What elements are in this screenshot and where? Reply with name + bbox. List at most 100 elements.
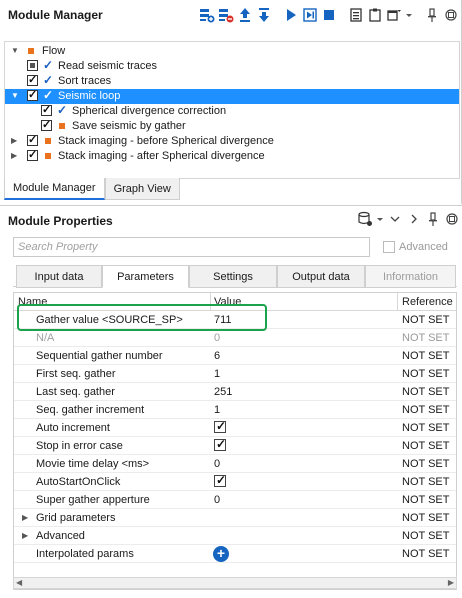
tree-item-spherical-divergence-correction[interactable]: ✓ Spherical divergence correction — [5, 103, 459, 119]
add-interpolated-param-icon[interactable]: + — [213, 546, 229, 562]
collapse-arrow-icon[interactable]: ▼ — [11, 92, 19, 100]
tab-parameters[interactable]: Parameters — [102, 265, 189, 288]
move-down-icon[interactable] — [255, 6, 273, 24]
param-value[interactable]: 1 — [214, 368, 220, 380]
expand-arrow-icon[interactable]: ▶ — [22, 531, 28, 540]
tree-checkbox[interactable] — [27, 133, 38, 146]
tree-checkbox[interactable] — [27, 73, 38, 86]
param-value[interactable]: 0 — [214, 494, 220, 506]
remove-module-icon[interactable] — [217, 6, 235, 24]
tab-output-data[interactable]: Output data — [277, 265, 365, 288]
param-reference[interactable]: NOT SET — [402, 440, 449, 452]
param-value[interactable]: 711 — [214, 314, 232, 326]
param-reference[interactable]: NOT SET — [402, 422, 449, 434]
param-row-stop-in-error-case[interactable]: Stop in error case NOT SET — [14, 437, 456, 455]
grid-header: ^ Name Value Reference — [14, 293, 456, 311]
param-name: Sequential gather number — [36, 350, 163, 362]
move-up-icon[interactable] — [236, 6, 254, 24]
param-name: Interpolated params — [36, 548, 134, 560]
pin-icon[interactable] — [424, 210, 442, 228]
param-row-last-seq-gather[interactable]: Last seq. gather 251 NOT SET — [14, 383, 456, 401]
module-marker-icon — [59, 123, 65, 129]
auto-increment-checkbox[interactable] — [214, 419, 226, 433]
tab-settings[interactable]: Settings — [189, 265, 277, 288]
tree-item-seismic-loop[interactable]: ▼ ✓ Seismic loop — [5, 88, 459, 104]
scroll-left-icon[interactable]: ◀ — [16, 578, 22, 587]
param-row-interpolated-params[interactable]: Interpolated params + NOT SET — [14, 545, 456, 563]
param-reference[interactable]: NOT SET — [402, 350, 449, 362]
param-value[interactable]: 0 — [214, 458, 220, 470]
float-icon[interactable] — [442, 6, 460, 24]
param-reference[interactable]: NOT SET — [402, 530, 449, 542]
tab-graph-view[interactable]: Graph View — [104, 178, 180, 200]
param-value[interactable]: 251 — [214, 386, 232, 398]
param-reference[interactable]: NOT SET — [402, 386, 449, 398]
pin-icon[interactable] — [423, 6, 441, 24]
chevron-down-icon[interactable] — [386, 210, 404, 228]
stop-icon[interactable] — [320, 6, 338, 24]
param-reference[interactable]: NOT SET — [402, 512, 449, 524]
tree-checkbox[interactable] — [41, 118, 52, 131]
tree-checkbox[interactable] — [27, 88, 38, 101]
param-row-gather-value[interactable]: Gather value <SOURCE_SP> 711 NOT SET — [14, 311, 456, 329]
add-module-icon[interactable] — [198, 6, 216, 24]
param-row-seq-gather-increment[interactable]: Seq. gather increment 1 NOT SET — [14, 401, 456, 419]
column-header-name[interactable]: Name — [18, 296, 47, 308]
tree-checkbox[interactable] — [27, 148, 38, 161]
param-row-na[interactable]: N/A 0 NOT SET — [14, 329, 456, 347]
expand-arrow-icon[interactable]: ▶ — [11, 152, 19, 160]
tree-item-stack-imaging-before[interactable]: ▶ Stack imaging - before Spherical diver… — [5, 133, 459, 149]
param-row-sequential-gather-number[interactable]: Sequential gather number 6 NOT SET — [14, 347, 456, 365]
window-menu-dropdown-icon[interactable] — [404, 6, 414, 24]
window-menu-icon[interactable] — [385, 6, 403, 24]
param-row-autostartonclick[interactable]: AutoStartOnClick NOT SET — [14, 473, 456, 491]
param-reference[interactable]: NOT SET — [402, 458, 449, 470]
scroll-right-icon[interactable]: ▶ — [448, 578, 454, 587]
tree-item-stack-imaging-after[interactable]: ▶ Stack imaging - after Spherical diverg… — [5, 148, 459, 164]
horizontal-scrollbar[interactable]: ◀ ▶ — [13, 577, 457, 589]
param-reference[interactable]: NOT SET — [402, 548, 449, 560]
collapse-arrow-icon[interactable]: ▼ — [11, 47, 19, 55]
tree-checkbox[interactable] — [41, 103, 52, 116]
tree-item-read-seismic-traces[interactable]: ✓ Read seismic traces — [5, 58, 459, 74]
param-value[interactable]: 1 — [214, 404, 220, 416]
properties-icon[interactable] — [347, 6, 365, 24]
param-row-super-gather-apperture[interactable]: Super gather apperture 0 NOT SET — [14, 491, 456, 509]
param-row-auto-increment[interactable]: Auto increment NOT SET — [14, 419, 456, 437]
param-row-advanced[interactable]: ▶ Advanced NOT SET — [14, 527, 456, 545]
param-row-movie-time-delay[interactable]: Movie time delay <ms> 0 NOT SET — [14, 455, 456, 473]
param-reference[interactable]: NOT SET — [402, 476, 449, 488]
param-name: AutoStartOnClick — [36, 476, 121, 488]
dropdown-arrow-icon[interactable] — [375, 210, 385, 228]
expand-arrow-icon[interactable]: ▶ — [11, 137, 19, 145]
param-reference[interactable]: NOT SET — [402, 314, 449, 326]
search-property-input[interactable] — [13, 237, 370, 257]
tree-item-save-seismic-by-gather[interactable]: Save seismic by gather — [5, 118, 459, 134]
run-step-icon[interactable] — [301, 6, 319, 24]
param-row-first-seq-gather[interactable]: First seq. gather 1 NOT SET — [14, 365, 456, 383]
tree-item-sort-traces[interactable]: ✓ Sort traces — [5, 73, 459, 89]
param-reference[interactable]: NOT SET — [402, 404, 449, 416]
module-manager-tabs: Module Manager Graph View — [4, 178, 180, 200]
param-reference[interactable]: NOT SET — [402, 494, 449, 506]
column-header-value[interactable]: Value — [214, 296, 241, 308]
tree-checkbox[interactable] — [27, 60, 38, 71]
run-icon[interactable] — [282, 6, 300, 24]
module-properties-title: Module Properties — [8, 214, 113, 228]
column-header-reference[interactable]: Reference — [402, 296, 453, 308]
autostartonclick-checkbox[interactable] — [214, 473, 226, 487]
expand-arrow-icon[interactable]: ▶ — [22, 513, 28, 522]
param-value[interactable]: 6 — [214, 350, 220, 362]
float-icon[interactable] — [443, 210, 461, 228]
stop-in-error-checkbox[interactable] — [214, 437, 226, 451]
tab-information[interactable]: Information — [365, 265, 456, 288]
clipboard-icon[interactable] — [366, 6, 384, 24]
chevron-right-icon[interactable] — [405, 210, 423, 228]
tab-module-manager[interactable]: Module Manager — [4, 178, 105, 200]
param-row-grid-parameters[interactable]: ▶ Grid parameters NOT SET — [14, 509, 456, 527]
param-reference[interactable]: NOT SET — [402, 368, 449, 380]
database-settings-icon[interactable] — [356, 210, 374, 228]
advanced-checkbox[interactable] — [383, 241, 395, 253]
tree-item-flow[interactable]: ▼ Flow — [5, 44, 459, 59]
tab-input-data[interactable]: Input data — [16, 265, 102, 288]
